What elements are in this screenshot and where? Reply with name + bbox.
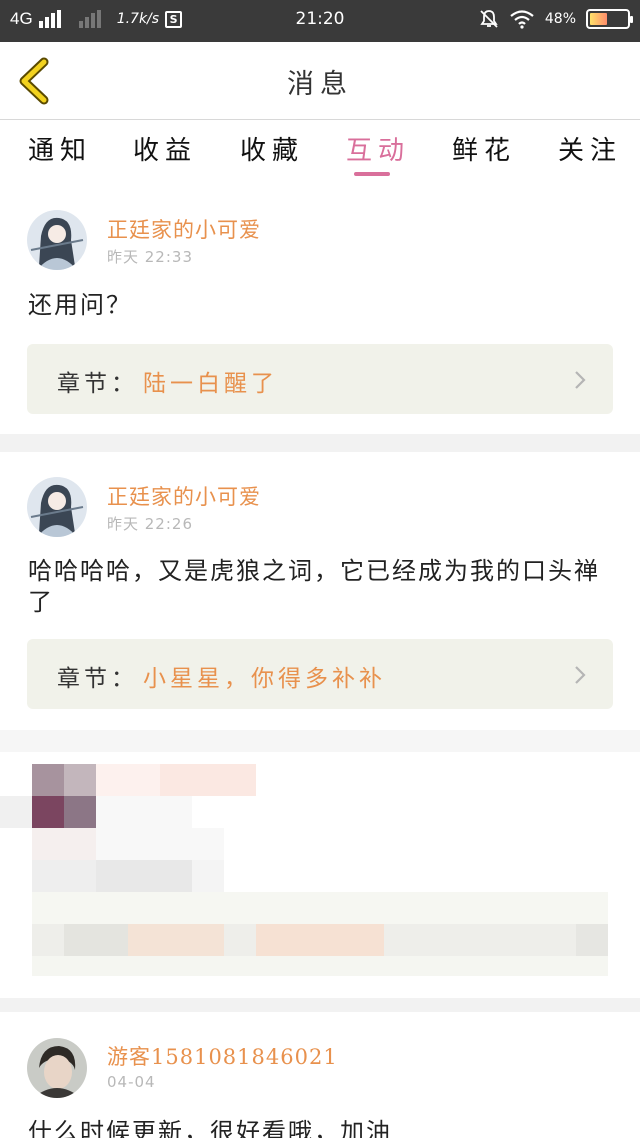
avatar[interactable] [27, 210, 87, 270]
battery-icon [586, 9, 633, 29]
avatar[interactable] [27, 1038, 87, 1098]
tab-following[interactable]: 关注 [558, 130, 622, 167]
username[interactable]: 正廷家的小可爱 [107, 481, 261, 511]
timestamp: 04-04 [107, 1073, 156, 1091]
chevron-right-icon [575, 666, 586, 684]
wifi-icon [510, 10, 534, 29]
tab-flowers[interactable]: 鲜花 [452, 130, 516, 167]
chapter-label: 章节： [57, 371, 138, 397]
active-tab-indicator [354, 172, 390, 176]
tab-favorites[interactable]: 收藏 [240, 130, 304, 167]
username[interactable]: 游客1581081846021 [107, 1041, 338, 1071]
chapter-link[interactable]: 章节： 陆一白醒了 [27, 344, 613, 414]
comment-text: 什么时候更新，很好看哦，加油 [28, 1118, 392, 1138]
header: 消息 [0, 42, 640, 120]
chapter-label: 章节： [57, 666, 138, 692]
tab-notifications[interactable]: 通知 [28, 130, 92, 167]
comment-text: 还用问？ [28, 291, 132, 319]
battery-percent: 48% [544, 11, 576, 27]
page-title: 消息 [287, 69, 353, 100]
timestamp: 昨天 22:26 [107, 515, 193, 533]
username[interactable]: 正廷家的小可爱 [107, 214, 261, 244]
section-separator [0, 998, 640, 1012]
pixelated-message-card [0, 730, 640, 998]
tab-interactions[interactable]: 互动 [346, 130, 410, 167]
comment-text: 哈哈哈哈，又是虎狼之词，它已经成为我的口头禅了 [28, 557, 600, 616]
chapter-title: 小星星，你得多补补 [143, 666, 386, 692]
message-card: 游客1581081846021 04-04 什么时候更新，很好看哦，加油 [0, 1012, 640, 1138]
timestamp: 昨天 22:33 [107, 248, 193, 266]
chapter-link[interactable]: 章节： 小星星，你得多补补 [27, 639, 613, 709]
chapter-title: 陆一白醒了 [143, 371, 278, 397]
chevron-right-icon [575, 371, 586, 389]
section-separator [0, 434, 640, 452]
status-bar: 4G 1.7k/s S 21:20 48% [0, 0, 640, 42]
tab-earnings[interactable]: 收益 [133, 130, 197, 167]
avatar[interactable] [27, 477, 87, 537]
message-card: 正廷家的小可爱 昨天 22:26 哈哈哈哈，又是虎狼之词，它已经成为我的口头禅了… [0, 452, 640, 730]
tab-bar: 通知 收益 收藏 互动 鲜花 关注 [0, 120, 640, 180]
mute-notification-icon [480, 10, 498, 28]
message-card: 正廷家的小可爱 昨天 22:33 还用问？ 章节： 陆一白醒了 [0, 182, 640, 434]
